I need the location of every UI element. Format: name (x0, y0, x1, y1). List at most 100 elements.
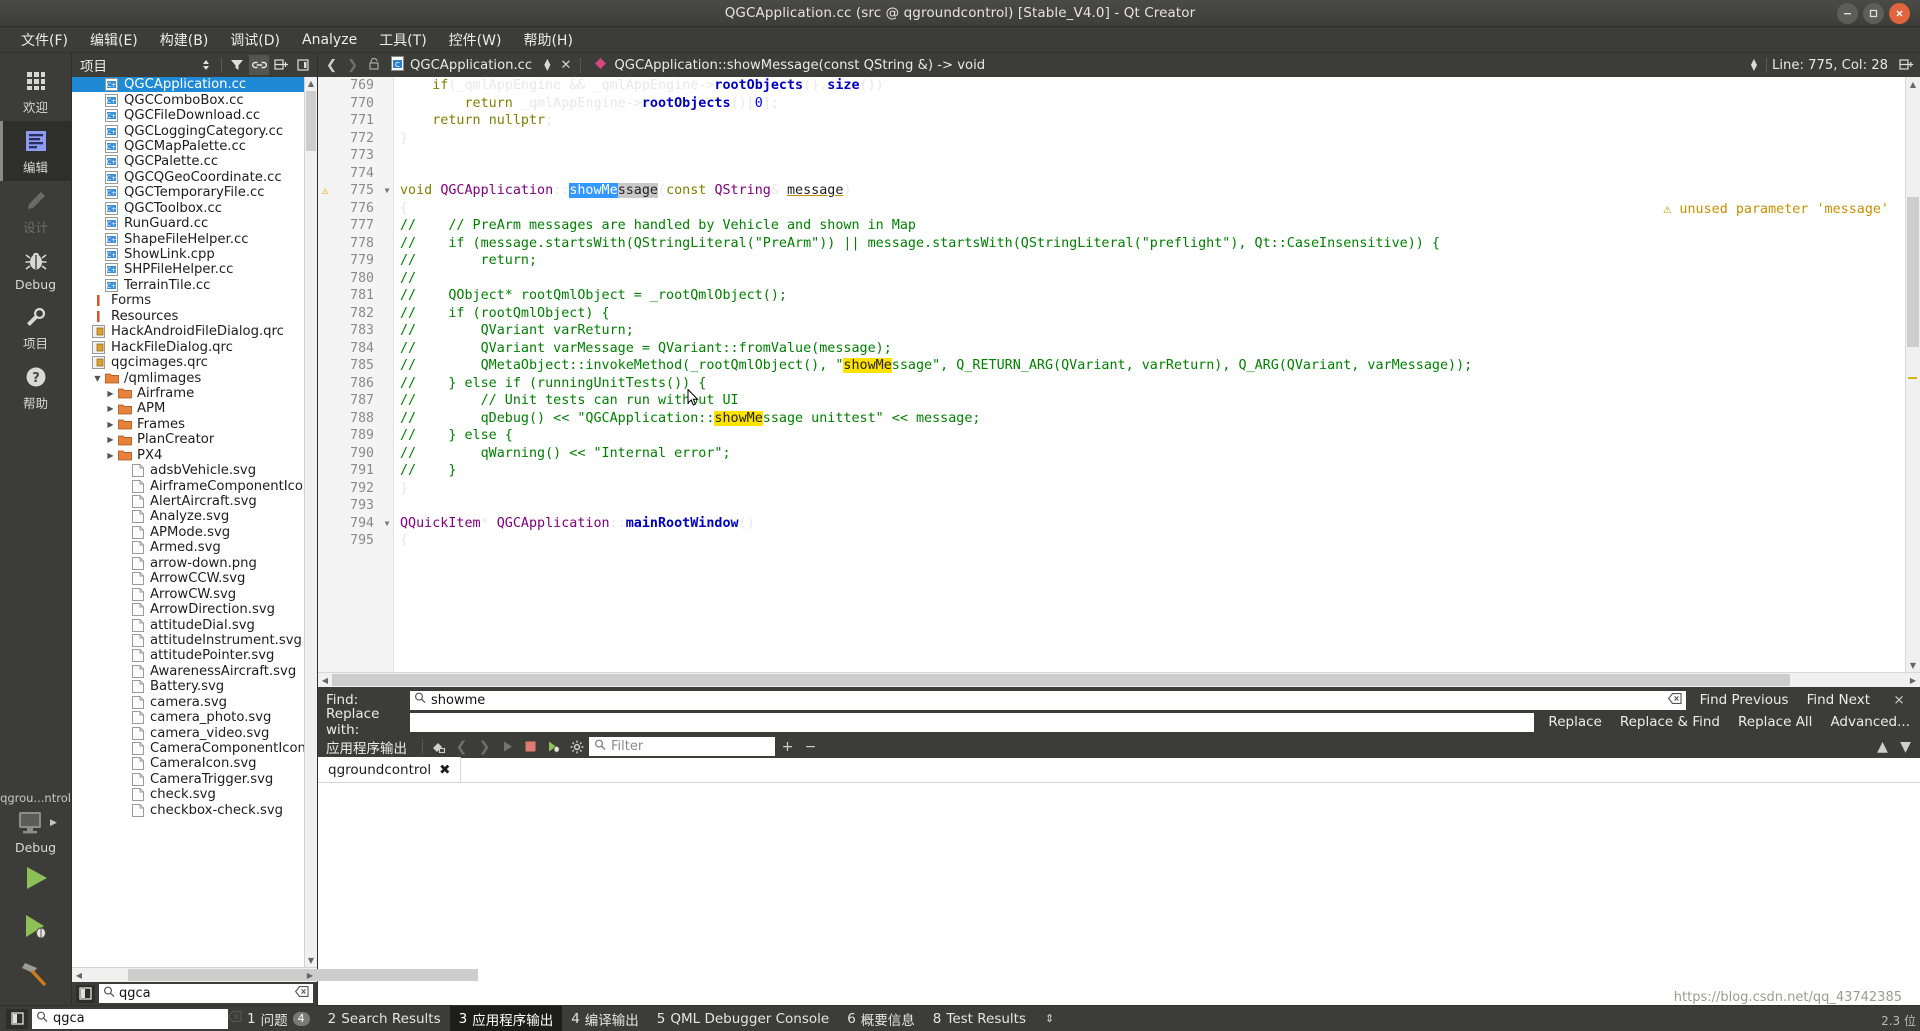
close-button[interactable] (1889, 3, 1910, 24)
tree-item[interactable]: C+ QGCMapPalette.cc (72, 139, 317, 154)
go-back-icon[interactable]: ❮ (322, 58, 341, 73)
symbol-selector[interactable]: QGCApplication::showMessage(const QStrin… (586, 57, 985, 74)
menu-debug[interactable]: 调试(D) (219, 28, 291, 52)
code-line[interactable]: 780 // (318, 270, 1905, 288)
code-line[interactable]: 771 return nullptr; (318, 112, 1905, 130)
fold-toggle-icon[interactable]: ▼ (380, 515, 394, 533)
hide-output-icon[interactable]: ▼ (1895, 737, 1916, 756)
chevron-right-icon[interactable]: ▶ (104, 420, 117, 429)
tree-item[interactable]: C+ TerrainTile.cc (72, 278, 317, 293)
tree-item[interactable]: CameraComponentIcon. (72, 741, 317, 756)
tree-scroll-down-button[interactable]: ▼ (305, 954, 317, 967)
advanced-find-button[interactable]: Advanced... (1830, 714, 1910, 730)
line-column-indicator[interactable]: Line: 775, Col: 28 (1772, 58, 1894, 73)
tree-item[interactable]: CameraIcon.svg (72, 756, 317, 771)
project-tree[interactable]: ▲ ▼ C+ QGCApplication.cc C+ QGCComboBox.cc C… (72, 77, 317, 967)
fold-toggle-icon[interactable]: ▼ (380, 182, 394, 200)
tree-item[interactable]: checkbox-check.svg (72, 803, 317, 818)
mode-edit[interactable]: 编辑 (0, 121, 71, 181)
menu-build[interactable]: 构建(B) (149, 28, 220, 52)
chevron-right-icon[interactable]: ▶ (104, 404, 117, 413)
find-next-button[interactable]: Find Next (1807, 692, 1870, 708)
code-line[interactable]: 772} (318, 130, 1905, 148)
chevron-right-icon[interactable]: ▶ (104, 435, 117, 444)
tree-item[interactable]: adsbVehicle.svg (72, 463, 317, 478)
clear-find-icon[interactable] (1667, 692, 1682, 708)
code-line[interactable]: 782 // if (rootQmlObject) { (318, 305, 1905, 323)
tree-item[interactable]: qgcimages.qrc (72, 355, 317, 370)
code-line[interactable]: 795 { (318, 532, 1905, 550)
tree-item[interactable]: C+ QGCTemporaryFile.cc (72, 185, 317, 200)
find-previous-button[interactable]: Find Previous (1700, 692, 1789, 708)
start-debugging-button[interactable] (19, 905, 53, 951)
find-field[interactable] (410, 690, 1686, 710)
tree-item[interactable]: attitudePointer.svg (72, 648, 317, 663)
tree-item[interactable]: Forms (72, 293, 317, 308)
close-split-icon[interactable] (293, 55, 313, 75)
code-line[interactable]: 777 // // PreArm messages are handled by … (318, 217, 1905, 235)
output-pane-tab[interactable]: 2 Search Results (319, 1008, 450, 1030)
menu-edit[interactable]: 编辑(E) (79, 28, 149, 52)
tree-item[interactable]: check.svg (72, 787, 317, 802)
tree-item[interactable]: C+ QGCComboBox.cc (72, 92, 317, 108)
sort-toggle-icon[interactable] (196, 55, 216, 75)
editor-hscroll-right-button[interactable]: ▶ (1906, 673, 1920, 687)
tree-item[interactable]: C+ QGCLoggingCategory.cc (72, 123, 317, 139)
tree-item[interactable]: ▶ Airframe (72, 386, 317, 401)
locator-field[interactable] (32, 1008, 242, 1029)
tree-item[interactable]: ▼ /qmlimages (72, 370, 317, 386)
lock-icon[interactable] (364, 57, 383, 74)
kit-selector[interactable]: ▶ (14, 809, 57, 837)
tree-item[interactable]: attitudeDial.svg (72, 617, 317, 633)
tree-horizontal-scrollbar[interactable]: ◀ ▶ (72, 967, 478, 982)
tree-item[interactable]: ArrowDirection.svg (72, 602, 317, 617)
settings-gear-icon[interactable] (566, 737, 587, 756)
code-line[interactable]: 781 // QObject* rootQmlObject = _rootQmlO… (318, 287, 1905, 305)
sidebar-search-field[interactable] (99, 984, 313, 1003)
tree-item[interactable]: arrow-down.png (72, 556, 317, 571)
code-line[interactable]: 774 (318, 165, 1905, 183)
replace-input[interactable] (414, 714, 1531, 730)
editor-scroll-down-button[interactable]: ▼ (1906, 658, 1920, 672)
chevron-right-icon[interactable]: ▶ (104, 451, 117, 460)
open-document-selector[interactable]: C QGCApplication.cc (385, 55, 538, 75)
tree-item[interactable]: C+ ShapeFileHelper.cc (72, 231, 317, 247)
tree-item[interactable]: C+ ShowLink.cpp (72, 247, 317, 262)
menu-analyze[interactable]: Analyze (291, 30, 368, 50)
menu-window[interactable]: 控件(W) (438, 28, 513, 52)
warning-marker-icon[interactable]: ⚠ (318, 182, 332, 200)
mode-projects[interactable]: 项目 (0, 297, 71, 357)
zoom-out-button[interactable]: − (800, 737, 821, 756)
output-tabs-overflow-icon[interactable]: ⇕ (1035, 1012, 1054, 1025)
find-input[interactable] (431, 692, 1663, 708)
close-document-icon[interactable]: ✕ (556, 58, 575, 73)
editor-scroll-thumb[interactable] (1907, 197, 1919, 347)
output-pane-tab[interactable]: 8 Test Results (924, 1008, 1035, 1030)
tree-item[interactable]: Battery.svg (72, 679, 317, 694)
tree-item[interactable]: ArrowCW.svg (72, 586, 317, 602)
tree-item[interactable]: APMode.svg (72, 525, 317, 540)
split-icon[interactable] (271, 55, 291, 75)
output-pane-tab[interactable]: 6 概要信息 (838, 1006, 924, 1031)
document-dropdown-icon[interactable]: ▲ ▼ (544, 58, 550, 72)
tree-vertical-scrollbar[interactable]: ▲ ▼ (304, 77, 317, 967)
code-line[interactable]: 791 // } (318, 462, 1905, 480)
sidebar-search-input[interactable] (119, 986, 291, 1001)
zoom-in-button[interactable]: + (777, 737, 798, 756)
output-text-area[interactable] (318, 783, 1920, 1005)
rerun-icon[interactable] (497, 737, 518, 756)
tree-item[interactable]: ArrowCCW.svg (72, 571, 317, 586)
mode-help[interactable]: ? 帮助 (0, 357, 71, 417)
replace-field[interactable] (410, 712, 1535, 732)
tree-item[interactable]: CameraTrigger.svg (72, 772, 317, 787)
code-line[interactable]: 786 // } else if (runningUnitTests()) { (318, 375, 1905, 393)
tree-item[interactable]: C+ RunGuard.cc (72, 216, 317, 231)
close-find-bar-button[interactable]: × (1888, 692, 1910, 708)
tree-item[interactable]: ▶ APM (72, 401, 317, 416)
tree-item[interactable]: Resources (72, 309, 317, 324)
stop-icon[interactable] (520, 737, 541, 756)
tree-item[interactable]: camera_photo.svg (72, 710, 317, 725)
tree-item[interactable]: C+ QGCQGeoCoordinate.cc (72, 170, 317, 185)
clear-output-icon[interactable] (428, 737, 449, 756)
code-line[interactable]: 784 // QVariant varMessage = QVariant::fr… (318, 340, 1905, 358)
